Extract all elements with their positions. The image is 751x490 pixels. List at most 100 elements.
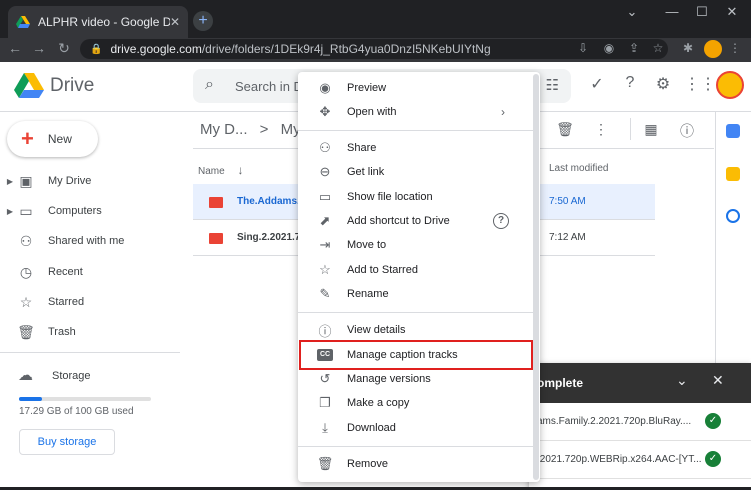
sidebar-item-computers[interactable]: ▶ ▭ Computers [0, 198, 180, 224]
highlight-box [299, 340, 533, 370]
apps-grid-icon[interactable]: ⋮⋮ [684, 74, 716, 96]
expand-caret-icon[interactable]: ▶ [4, 207, 16, 216]
url-host: drive.google.com [110, 42, 202, 56]
settings-gear-icon[interactable]: ⚙ [652, 74, 674, 96]
tab-close-icon[interactable]: ✕ [170, 15, 180, 29]
download-icon: ⤓ [322, 420, 328, 435]
menu-item-label: Show file location [347, 191, 433, 203]
menu-item-preview[interactable]: ◉ Preview [298, 76, 533, 100]
more-actions-icon[interactable]: ⋮ [591, 121, 611, 138]
forward-arrow-icon[interactable]: → [30, 40, 48, 56]
menu-separator [298, 446, 533, 447]
close-window-button[interactable]: ✕ [722, 4, 742, 20]
chrome-menu-icon[interactable]: ⋮ [727, 41, 743, 55]
menu-item-rename[interactable]: ✎ Rename [298, 282, 533, 306]
sidebar-item-starred[interactable]: ☆ Starred [0, 289, 180, 315]
new-tab-button[interactable]: + [193, 11, 213, 31]
expand-caret-icon[interactable]: ▶ [4, 177, 16, 186]
tab-title: ALPHR video - Google Drive [38, 15, 170, 29]
menu-item-make-a-copy[interactable]: ❐ Make a copy [298, 391, 533, 415]
buy-storage-button[interactable]: Buy storage [19, 429, 115, 455]
column-header-name[interactable]: Name ↓ [198, 163, 243, 177]
share-person-icon: ⚇ [319, 140, 331, 155]
eye-toggle-icon[interactable]: ◉ [601, 41, 617, 55]
drive-logo-icon [14, 73, 44, 98]
drive-favicon-icon [16, 16, 30, 28]
keep-icon[interactable] [726, 167, 740, 181]
menu-item-manage-versions[interactable]: ↺ Manage versions [298, 367, 533, 391]
search-icon[interactable]: ⌕ [205, 76, 214, 94]
chevron-down-icon[interactable]: ⌄ [676, 372, 688, 389]
breadcrumb-item[interactable]: My D... [200, 121, 248, 138]
extensions-icon[interactable]: ✱ [680, 41, 696, 55]
sidebar-item-my-drive[interactable]: ▶ ▣ My Drive [0, 168, 180, 194]
menu-item-label: Add shortcut to Drive [347, 215, 450, 227]
calendar-icon[interactable] [726, 124, 740, 138]
tasks-icon[interactable] [726, 209, 740, 223]
upload-item[interactable]: ams.Family.2.2021.720p.BluRay.... ✓ [529, 403, 751, 441]
trash-icon: 🗑 [17, 323, 35, 340]
menu-item-add-shortcut[interactable]: ⬈ Add shortcut to Drive ? [298, 209, 533, 233]
sidebar-item-recent[interactable]: ◷ Recent [0, 259, 180, 285]
check-circle-icon: ✓ [705, 451, 721, 467]
delete-icon[interactable]: 🗑 [555, 121, 575, 138]
search-options-icon[interactable]: ☷ [546, 76, 559, 94]
grid-view-icon[interactable]: ▦ [641, 121, 661, 138]
share-page-icon[interactable]: ⇪ [626, 41, 642, 55]
close-icon[interactable]: ✕ [712, 372, 724, 389]
file-name: The.Addams.I [237, 196, 303, 207]
history-icon: ↺ [319, 371, 331, 386]
upload-item[interactable]: .2021.720p.WEBRip.x264.AAC-[YT... ✓ [529, 441, 751, 479]
menu-item-move-to[interactable]: ⇥ Move to [298, 233, 533, 257]
storage-label[interactable]: Storage [52, 370, 91, 382]
help-icon[interactable]: ? [493, 213, 509, 229]
menu-item-view-details[interactable]: ⓘ View details [298, 318, 533, 342]
column-header-modified[interactable]: Last modified [549, 163, 608, 174]
eye-icon: ◉ [319, 80, 331, 95]
open-with-icon: ✥ [319, 104, 331, 119]
menu-scrollbar[interactable] [533, 74, 539, 480]
check-circle-icon: ✓ [705, 413, 721, 429]
menu-item-download[interactable]: ⤓ Download [298, 416, 533, 440]
offline-ready-icon[interactable]: ✓ [586, 74, 608, 96]
menu-item-label: Make a copy [347, 397, 410, 409]
sidebar-item-shared[interactable]: ⚇ Shared with me [0, 228, 180, 254]
menu-item-get-link[interactable]: ⊖ Get link [298, 160, 533, 184]
browser-tab[interactable]: ALPHR video - Google Drive ✕ [8, 6, 188, 38]
submenu-arrow-icon: › [501, 105, 505, 119]
cloud-icon: ☁ [18, 367, 33, 384]
bookmark-star-icon[interactable]: ☆ [650, 41, 666, 55]
sidebar-item-label: Starred [48, 296, 85, 308]
move-to-icon: ⇥ [319, 237, 331, 252]
sidebar-item-label: My Drive [48, 175, 92, 187]
my-drive-icon: ▣ [19, 172, 33, 189]
upload-file-name: ams.Family.2.2021.720p.BluRay.... [537, 416, 692, 427]
sidebar-item-label: Computers [48, 205, 102, 217]
computers-icon: ▭ [19, 202, 33, 219]
menu-item-share[interactable]: ⚇ Share [298, 136, 533, 160]
account-avatar[interactable] [716, 71, 744, 99]
back-arrow-icon[interactable]: ← [6, 40, 24, 56]
menu-item-label: Download [347, 422, 396, 434]
minimize-button[interactable]: — [662, 4, 682, 19]
storage-bar-fill [19, 397, 42, 401]
install-app-icon[interactable]: ⇩ [575, 41, 591, 55]
menu-item-remove[interactable]: 🗑 Remove [298, 452, 533, 476]
reload-icon[interactable]: ↻ [55, 40, 73, 57]
menu-item-show-file-location[interactable]: ▭ Show file location [298, 185, 533, 209]
sort-arrow-icon[interactable]: ↓ [237, 163, 243, 177]
browser-profile-avatar[interactable] [704, 40, 722, 58]
tab-search-icon[interactable]: ⌄ [622, 4, 642, 20]
details-info-icon[interactable]: ⓘ [677, 121, 697, 141]
menu-item-label: Remove [347, 458, 388, 470]
menu-item-open-with[interactable]: ✥ Open with › [298, 100, 533, 124]
shared-icon: ⚇ [19, 232, 33, 249]
plus-icon: + [21, 126, 34, 151]
sidebar-item-trash[interactable]: 🗑 Trash [0, 319, 180, 345]
menu-item-add-to-starred[interactable]: ☆ Add to Starred [298, 258, 533, 282]
maximize-button[interactable]: ☐ [692, 4, 712, 20]
search-placeholder: Search in Dr [235, 79, 308, 94]
support-icon[interactable]: ? [619, 74, 641, 96]
new-button[interactable]: + New [7, 121, 98, 157]
menu-separator [298, 312, 533, 313]
